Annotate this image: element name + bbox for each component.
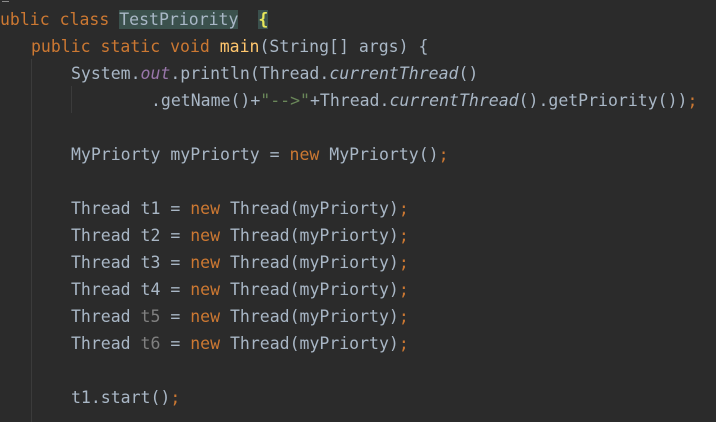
code-line-t1-start[interactable]: t1.start(); [71,384,180,411]
type-name: Thread [71,280,141,299]
code-text: Thread(myPriorty) [220,199,399,218]
code-text: Thread(myPriorty) [220,253,399,272]
code-line-thread-t1[interactable]: Thread t1 = new Thread(myPriorty); [71,195,409,222]
static-method-call: currentThread [329,64,459,83]
keyword-new: new [190,253,221,272]
code-line-println-continuation[interactable]: .getName()+"-->"+Thread.currentThread().… [151,87,697,114]
semicolon: ; [398,307,409,326]
type-name: Thread [71,307,141,326]
indent-guide [71,86,72,113]
semicolon: ; [398,334,409,353]
semicolon: ; [438,145,449,164]
code-text: MyPriorty() [319,145,439,164]
fold-marker-icon[interactable] [2,1,9,2]
type-name: Thread [71,226,141,245]
indent-guide [31,59,32,422]
semicolon: ; [398,253,409,272]
keyword-new: new [190,307,221,326]
static-method-call: currentThread [389,91,519,110]
keyword-new: new [190,199,221,218]
code-line-thread-t5[interactable]: Thread t5 = new Thread(myPriorty); [71,303,409,330]
string-literal: "-->" [260,91,310,110]
code-line-mypriorty-declaration[interactable]: MyPriorty myPriorty = new MyPriorty(); [71,141,449,168]
code-text: Thread(myPriorty) [220,307,399,326]
unused-variable-name: t6 [140,334,161,353]
semicolon: ; [398,280,409,299]
semicolon: ; [687,91,698,110]
code-text: = [160,253,191,272]
code-text: .getName()+ [151,91,261,110]
code-text: +Thread. [309,91,390,110]
static-field-out: out [140,64,171,83]
code-text: MyPriorty myPriorty = [71,145,290,164]
code-line-thread-t2[interactable]: Thread t2 = new Thread(myPriorty); [71,222,409,249]
keyword-new: new [190,280,221,299]
method-name-main: main [219,37,260,56]
variable-name: t3 [140,253,161,272]
matched-brace: { [258,10,269,29]
type-name: Thread [71,253,141,272]
variable-name: t1 [140,199,161,218]
code-text: ().getPriority()) [518,91,688,110]
code-text: () [458,64,479,83]
code-line-println[interactable]: System.out.println(Thread.currentThread(… [71,60,478,87]
code-line-thread-t4[interactable]: Thread t4 = new Thread(myPriorty); [71,276,409,303]
code-text: = [160,226,191,245]
code-line-thread-t3[interactable]: Thread t3 = new Thread(myPriorty); [71,249,409,276]
keyword-new: new [289,145,320,164]
class-name: TestPriority [119,10,239,29]
keyword-public-class: ublic class [0,10,120,29]
code-text: = [160,334,191,353]
variable-name: t4 [140,280,161,299]
code-line-main-method[interactable]: public static void main(String[] args) { [31,33,428,60]
keyword-new: new [190,334,221,353]
code-text: System. [71,64,141,83]
code-text: t1.start() [71,388,171,407]
keyword-new: new [190,226,221,245]
code-text: = [160,307,191,326]
semicolon: ; [398,199,409,218]
code-text: = [160,280,191,299]
semicolon: ; [398,226,409,245]
method-signature: (String[] args) { [259,37,429,56]
code-text: Thread(myPriorty) [220,334,399,353]
keyword-public-static-void: public static void [31,37,220,56]
code-text: .println(Thread. [170,64,330,83]
semicolon: ; [170,388,181,407]
type-name: Thread [71,334,141,353]
code-line-class-declaration[interactable]: ublic class TestPriority { [0,6,269,33]
code-text: = [160,199,191,218]
code-text: Thread(myPriorty) [220,280,399,299]
code-line-thread-t6[interactable]: Thread t6 = new Thread(myPriorty); [71,330,409,357]
code-text: Thread(myPriorty) [220,226,399,245]
variable-name: t2 [140,226,161,245]
type-name: Thread [71,199,141,218]
unused-variable-name: t5 [140,307,161,326]
code-editor[interactable]: ublic class TestPriority { public static… [0,0,716,422]
